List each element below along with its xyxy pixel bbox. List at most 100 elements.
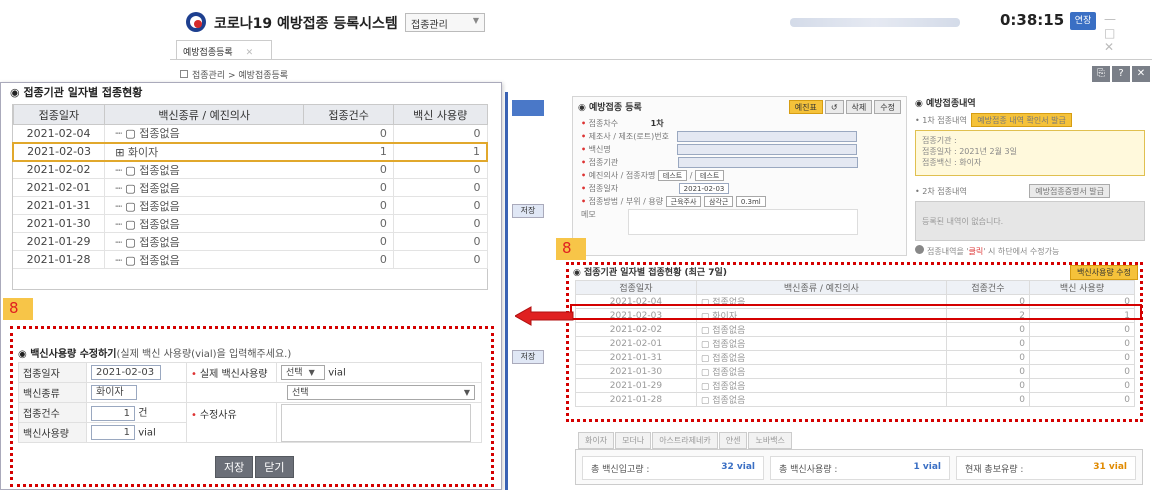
- tab-moderna[interactable]: 모더나: [615, 432, 652, 449]
- info-icon: [915, 245, 924, 254]
- table-row[interactable]: 2021-01-30 ┈ ▢ 접종없음 0 0: [13, 214, 488, 233]
- field-doctor: • 예진의사 / 접종자명 테스트 / 테스트: [581, 170, 898, 183]
- table-row[interactable]: 2021-01-29 ┈ ▢ 접종없음 0 0: [13, 232, 488, 251]
- row-count: 0: [303, 124, 394, 143]
- field-maker: • 제조사 / 제조(로트)번호: [581, 131, 898, 144]
- usage-cell: 1 vial: [86, 422, 187, 443]
- row-usage: 0: [393, 232, 488, 251]
- tree-node-icon: ┈ ▢: [115, 163, 136, 177]
- menu-select[interactable]: 접종관리 ▼: [405, 13, 485, 32]
- actual-usage-select[interactable]: 선택 ▼: [281, 365, 325, 380]
- actual-usage-unit: vial: [328, 367, 346, 379]
- table-row[interactable]: 2021-01-28 ┈ ▢ 접종없음 0 0: [13, 250, 488, 269]
- vaccine-input: 화이자: [91, 385, 137, 400]
- extend-session-button[interactable]: 연장: [1070, 12, 1096, 30]
- proof-certificate-button[interactable]: 예방접종증명서 발급: [1029, 184, 1111, 198]
- row-vaccine: ┈ ▢ 접종없음: [104, 124, 304, 143]
- tree-node-icon: ┈ ▢: [115, 217, 136, 231]
- register-title: ◉ 예방접종 등록: [578, 103, 642, 113]
- row-usage: 0: [393, 124, 488, 143]
- form-row-1: 접종일자 2021-02-03 실제 백신사용량 선택▼ vial: [18, 362, 482, 383]
- expand-icon[interactable]: ⊞: [115, 146, 124, 159]
- table-row[interactable]: 2021-02-01 ┈ ▢ 접종없음 0 0: [13, 178, 488, 197]
- col-date: 접종일자: [12, 104, 106, 125]
- menu-select-value: 접종관리: [411, 20, 448, 31]
- table-row[interactable]: 2021-02-03 ⊞ 화이자 1 1: [12, 141, 488, 162]
- history-second: • 2차 접종내역 예방접종증명서 발급: [915, 184, 1145, 198]
- partially-hidden-button[interactable]: [512, 100, 544, 116]
- reason-label: 수정사유: [186, 402, 277, 443]
- tab-janssen[interactable]: 얀센: [718, 432, 748, 449]
- date-input[interactable]: 2021-02-03: [91, 365, 161, 380]
- col-vaccine: 백신종류 / 예진의사: [104, 104, 305, 125]
- date-cell: 2021-02-03: [86, 362, 187, 383]
- reason-select-cell: 선택 ▼: [186, 382, 482, 403]
- stock-remaining: 현재 총보유량 :31 vial: [956, 456, 1136, 480]
- tab-label: 예방접종등록: [183, 48, 233, 58]
- reason-select[interactable]: 선택 ▼: [287, 385, 475, 400]
- usage-edit-title: ◉ 백신사용량 수정하기(실제 백신 사용량(vial)을 입력해주세요.): [18, 349, 292, 360]
- tab-close-icon[interactable]: ✕: [246, 48, 254, 58]
- count-input: 1: [91, 405, 135, 421]
- tab-vaccination-register[interactable]: 예방접종등록 ✕: [176, 40, 272, 60]
- chevron-down-icon: ▼: [472, 16, 479, 25]
- vaccine-label: 백신종류: [18, 382, 87, 403]
- table-row[interactable]: 2021-02-04 ┈ ▢ 접종없음 0 0: [13, 124, 488, 143]
- user-info-blurred: [790, 18, 960, 27]
- tab-novavax[interactable]: 노바백스: [748, 432, 792, 449]
- row-count: 0: [303, 196, 394, 215]
- edit-button[interactable]: 수정: [874, 100, 901, 114]
- breadcrumb-text: 접종관리 > 예방접종등록: [192, 71, 289, 81]
- tab-astrazeneca[interactable]: 아스트라제네카: [652, 432, 718, 449]
- chevron-down-icon: ▼: [308, 368, 315, 377]
- field-method: • 접종방법 / 부위 / 용량 근육주사 삼각근 0.3ml: [581, 196, 898, 209]
- toolbar-icons: ⎘? ✕: [1090, 66, 1150, 82]
- partial-save-button-2[interactable]: 저장: [512, 350, 544, 364]
- reason-textarea-cell: [276, 402, 482, 443]
- stock-summary: 총 백신입고량 :32 vial 총 백신사용량 :1 vial 현재 총보유량…: [575, 449, 1143, 485]
- delete-button[interactable]: 삭제: [845, 100, 873, 114]
- history-certificate-button[interactable]: 예방접종 내역 확인서 발급: [971, 113, 1072, 127]
- popup-daily-table: 접종일자 백신종류 / 예진의사 접종건수 백신 사용량 2021-02-04 ┈…: [12, 104, 488, 269]
- partial-save-button[interactable]: 저장: [512, 204, 544, 218]
- row-count: 0: [303, 232, 394, 251]
- row-date: 2021-01-29: [13, 232, 106, 251]
- close-icon[interactable]: ✕: [1132, 66, 1150, 82]
- save-button[interactable]: 저장: [215, 456, 254, 478]
- stock-received: 총 백신입고량 :32 vial: [582, 456, 764, 480]
- tab-divider: [170, 59, 1152, 60]
- kdca-logo-icon: [186, 12, 206, 32]
- annotation-arrow-icon: [515, 306, 574, 326]
- row-usage: 0: [393, 178, 488, 197]
- table-row[interactable]: 2021-02-02 ┈ ▢ 접종없음 0 0: [13, 160, 488, 179]
- reason-textarea[interactable]: [281, 403, 471, 442]
- row-vaccine: ┈ ▢ 접종없음: [104, 214, 304, 233]
- row-count: 1: [303, 141, 394, 162]
- row-usage: 0: [393, 250, 488, 269]
- row-vaccine: ┈ ▢ 접종없음: [104, 178, 304, 197]
- history-title: ◉ 예방접종내역: [915, 99, 976, 109]
- annotation-red-dotted-box-right: [566, 262, 1143, 422]
- window-controls[interactable]: — □ ✕: [1104, 12, 1152, 54]
- stock-used: 총 백신사용량 :1 vial: [770, 456, 950, 480]
- prescreen-button[interactable]: 예진표: [788, 100, 823, 114]
- app-title: 코로나19 예방접종 등록시스템: [214, 16, 398, 32]
- close-button[interactable]: 닫기: [255, 456, 294, 478]
- tab-pfizer[interactable]: 화이자: [578, 432, 615, 449]
- actual-usage-cell: 선택 ▼ vial: [276, 362, 482, 383]
- register-header: ◉ 예방접종 등록 예진표 ↺ 삭제 수정: [573, 97, 906, 116]
- refresh-icon[interactable]: ↺: [824, 100, 844, 114]
- field-vaccine: • 백신명: [581, 144, 898, 157]
- row-date: 2021-02-02: [13, 160, 106, 179]
- usage-edit-form: 접종일자 2021-02-03 실제 백신사용량 선택▼ vial 백신종류 화…: [18, 362, 482, 443]
- col-count: 접종건수: [303, 104, 394, 125]
- help-icon[interactable]: ?: [1112, 66, 1130, 82]
- row-usage: 0: [393, 160, 488, 179]
- table-row[interactable]: 2021-01-31 ┈ ▢ 접종없음 0 0: [13, 196, 488, 215]
- history-first-box[interactable]: 접종기관 : 접종일자 : 2021년 2월 3일 접종백신 : 화이자: [915, 130, 1145, 176]
- window-icon[interactable]: ⎘: [1092, 66, 1110, 82]
- vaccination-register-section: ◉ 예방접종 등록 예진표 ↺ 삭제 수정 • 접종차수 1차 • 제조사 / 제조(…: [572, 96, 907, 256]
- partially-hidden-panel: [508, 92, 548, 490]
- history-second-box: 등록된 내역이 없습니다.: [915, 201, 1145, 241]
- count-unit: 건: [138, 408, 148, 420]
